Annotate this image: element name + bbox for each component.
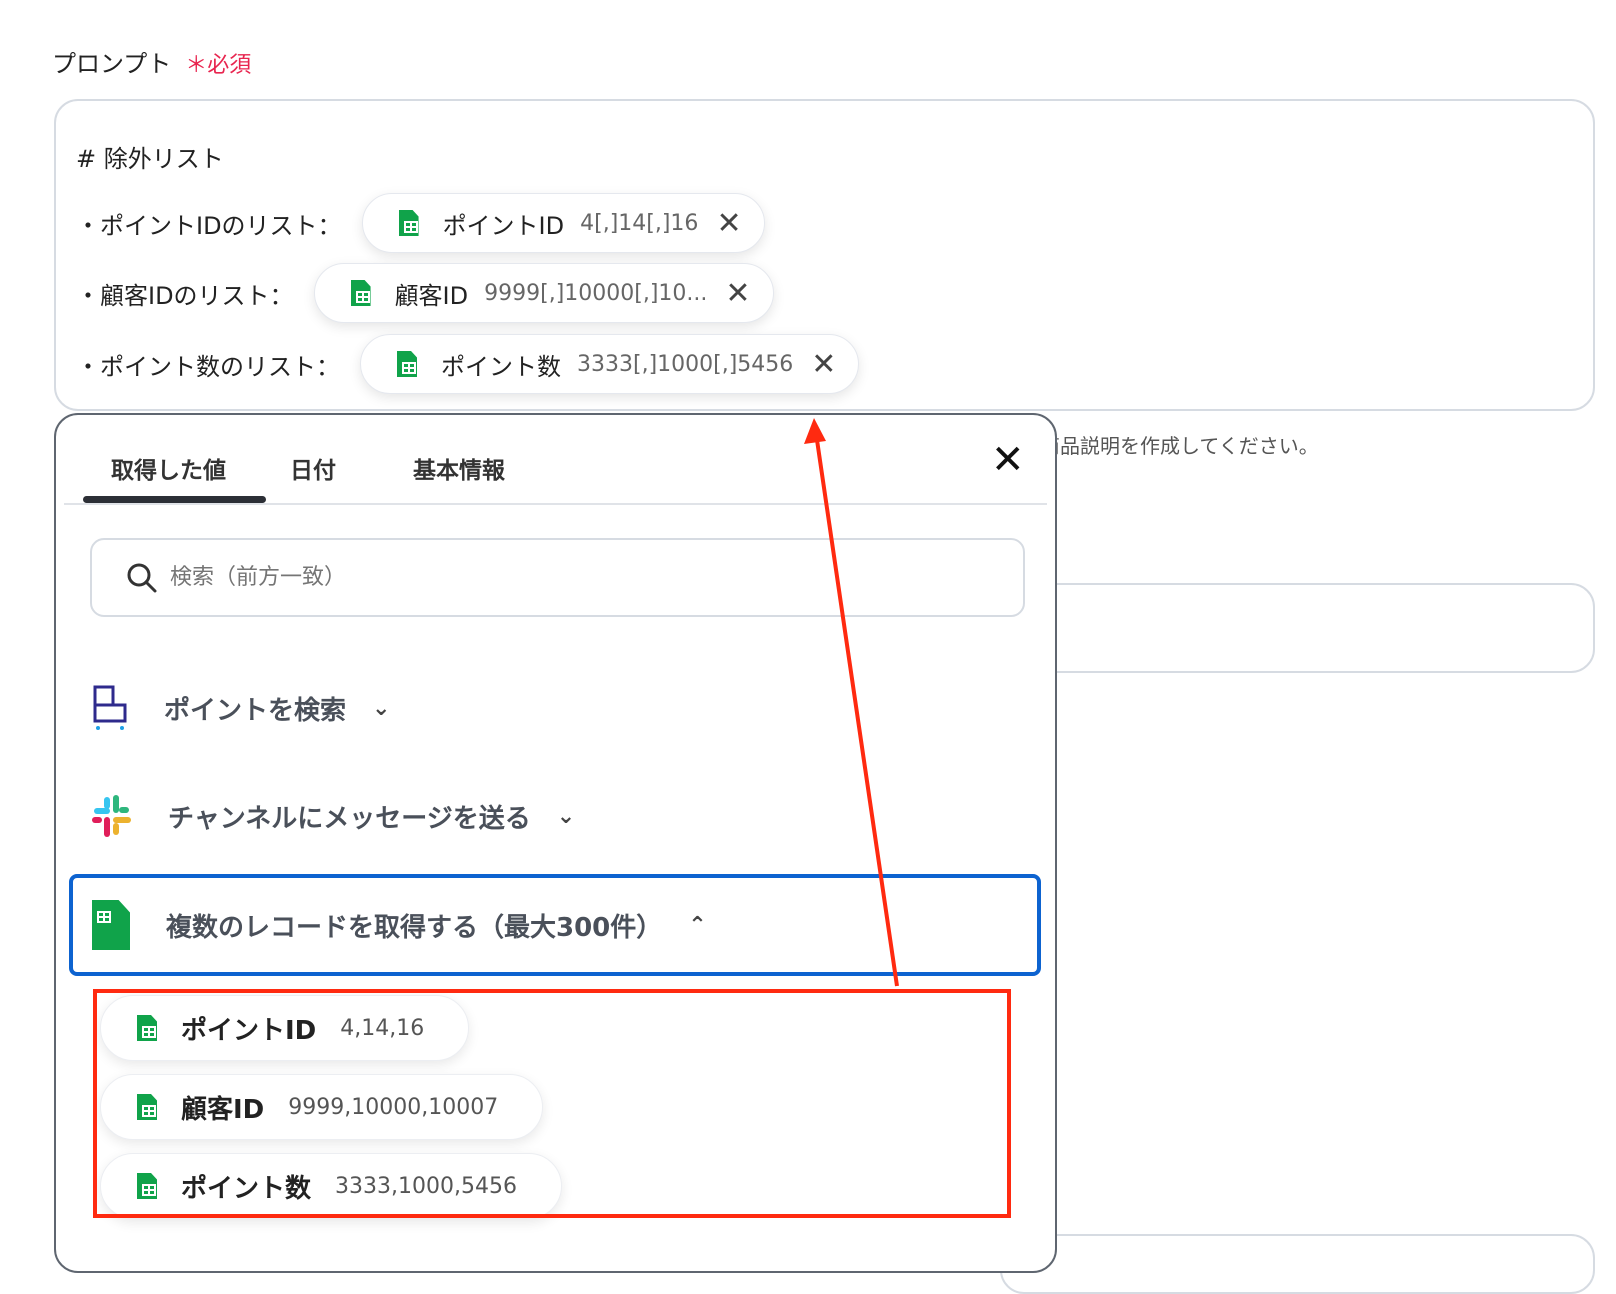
text-input[interactable] <box>1000 1234 1595 1294</box>
annotation-arrow <box>804 418 899 987</box>
